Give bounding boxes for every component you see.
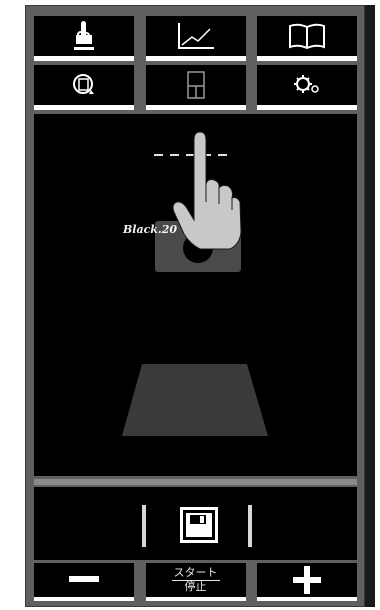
manual-button[interactable] — [257, 16, 357, 61]
sensor-pad — [122, 364, 268, 436]
touch-hand-icon — [74, 21, 94, 50]
start-stop-button[interactable]: スタート 停止 — [145, 563, 246, 601]
press-illustration — [122, 131, 268, 436]
floppy-disk-icon — [180, 507, 218, 543]
rotate-button[interactable] — [34, 65, 134, 110]
plus-icon — [293, 566, 321, 594]
layout-button[interactable] — [145, 65, 246, 110]
separator-right — [248, 505, 252, 547]
increase-button[interactable] — [257, 563, 357, 601]
save-button[interactable] — [177, 505, 221, 545]
scrollbar-track[interactable] — [365, 5, 375, 607]
open-book-icon — [289, 23, 325, 50]
start-stop-label: スタート 停止 — [171, 567, 220, 593]
save-bar — [34, 487, 357, 560]
touch-mode-button[interactable] — [34, 16, 134, 61]
decrease-button[interactable] — [34, 563, 134, 601]
nav-row-2 — [34, 65, 357, 110]
bottom-controls: スタート 停止 — [34, 563, 357, 601]
separator-left — [142, 505, 146, 547]
settings-button[interactable] — [257, 65, 357, 110]
nav-row-1 — [34, 16, 357, 61]
preview-viewport[interactable]: Black.20 — [34, 114, 357, 476]
model-label: Black.20 — [123, 223, 178, 236]
start-label: スタート — [171, 567, 220, 581]
minus-icon — [69, 576, 99, 582]
graph-button[interactable] — [145, 16, 246, 61]
rotate-screen-icon — [73, 74, 94, 94]
gears-icon — [294, 75, 319, 93]
app-frame: Black.20 スタート 停止 — [25, 5, 365, 607]
layout-panel-icon — [186, 71, 205, 99]
top-navigation — [34, 16, 357, 110]
stop-label: 停止 — [184, 581, 207, 593]
divider-bar — [34, 479, 357, 485]
pointing-hand-icon — [172, 131, 242, 250]
line-chart-icon — [177, 23, 214, 49]
